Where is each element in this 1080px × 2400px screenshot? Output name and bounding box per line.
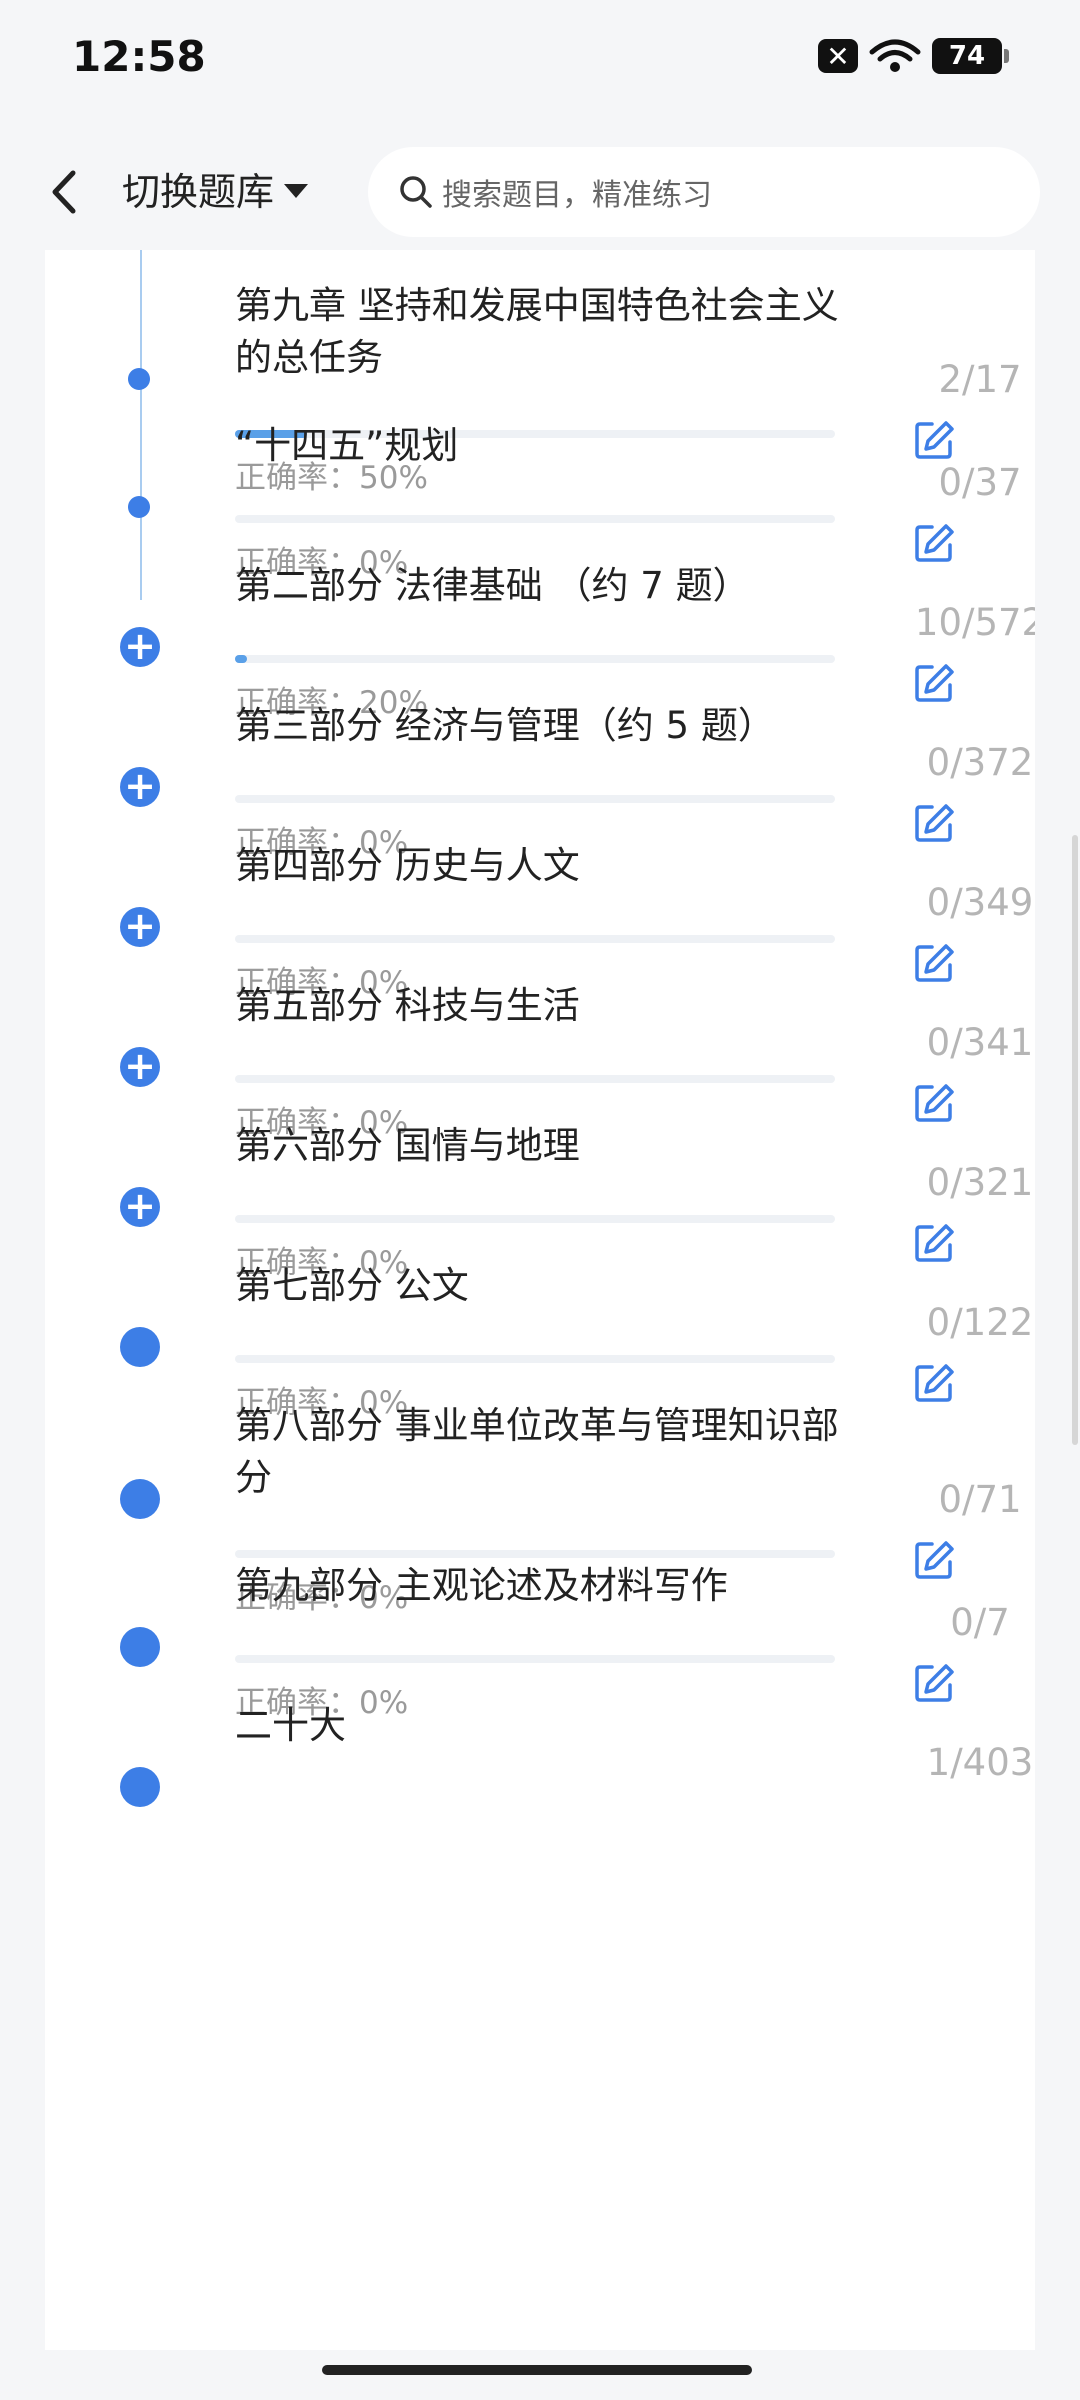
back-button[interactable]	[44, 157, 84, 227]
timeline-dot	[128, 368, 150, 390]
progress-bar	[235, 795, 835, 803]
chapter-title: 第八部分 事业单位改革与管理知识部分	[235, 1404, 839, 1499]
practice-edit-icon[interactable]	[912, 521, 956, 565]
search-input[interactable]: 搜索题目，精准练习	[368, 147, 1040, 237]
search-placeholder: 搜索题目，精准练习	[442, 178, 712, 213]
chapter-title: 第三部分 经济与管理（约 5 题）	[235, 704, 775, 747]
progress-bar	[235, 1075, 835, 1083]
practice-edit-icon[interactable]	[912, 661, 956, 705]
practice-edit-icon[interactable]	[912, 801, 956, 845]
notification-x-icon: ✕	[818, 39, 858, 73]
switch-question-bank-button[interactable]: 切换题库	[122, 161, 309, 216]
question-count: 0/372	[926, 741, 1034, 784]
chevron-left-icon	[52, 170, 76, 214]
caret-down-icon	[284, 183, 309, 198]
question-count: 0/37	[938, 461, 1022, 504]
chapter-title: 第七部分 公文	[235, 1264, 469, 1307]
search-icon	[400, 176, 432, 208]
chapter-title: 第九章 坚持和发展中国特色社会主义的总任务	[235, 284, 839, 379]
expand-plus-icon[interactable]: +	[120, 907, 160, 947]
home-indicator[interactable]	[322, 2365, 752, 2375]
chapter-dot	[120, 1327, 160, 1367]
practice-edit-icon[interactable]	[912, 1221, 956, 1265]
expand-plus-icon[interactable]: +	[120, 1187, 160, 1227]
expand-plus-icon[interactable]: +	[120, 627, 160, 667]
progress-bar	[235, 655, 835, 663]
status-icons: ✕ 74	[818, 38, 1009, 74]
chapter-dot	[120, 1767, 160, 1807]
practice-edit-icon[interactable]	[912, 1361, 956, 1405]
question-count: 0/71	[938, 1478, 1022, 1521]
top-bar: 切换题库 搜索题目，精准练习	[0, 135, 1080, 250]
chapter-dot	[120, 1627, 160, 1667]
progress-bar	[235, 935, 835, 943]
progress-bar	[235, 1215, 835, 1223]
battery-level: 74	[948, 41, 986, 71]
progress-bar	[235, 1355, 835, 1363]
chapter-list: 第九章 坚持和发展中国特色社会主义的总任务 正确率：50% 2/17 “十四五”规划正…	[45, 250, 1035, 2350]
question-count: 0/7	[950, 1601, 1010, 1644]
chapter-title: 第四部分 历史与人文	[235, 844, 580, 887]
chapter-dot	[120, 1479, 160, 1519]
question-count: 2/17	[938, 358, 1022, 401]
question-count: 0/341	[926, 1021, 1034, 1064]
chapter-title: “十四五”规划	[235, 424, 459, 467]
question-count: 1/403	[926, 1741, 1034, 1784]
chapter-title: 第九部分 主观论述及材料写作	[235, 1564, 728, 1607]
chapter-title: 第六部分 国情与地理	[235, 1124, 580, 1167]
chapter-title: 第二部分 法律基础 （约 7 题）	[235, 564, 750, 607]
timeline-dot	[128, 496, 150, 518]
scrollbar[interactable]	[1072, 835, 1078, 1445]
progress-bar	[235, 515, 835, 523]
expand-plus-icon[interactable]: +	[120, 1047, 160, 1087]
question-count: 10/572	[914, 601, 1035, 644]
practice-edit-icon[interactable]	[912, 1081, 956, 1125]
practice-edit-icon[interactable]	[912, 1661, 956, 1705]
battery-icon: 74	[932, 38, 1009, 74]
progress-fill	[235, 655, 247, 663]
switch-bank-label: 切换题库	[122, 170, 275, 214]
timeline-line	[140, 250, 142, 600]
question-count: 0/321	[926, 1161, 1034, 1204]
status-time: 12:58	[72, 32, 206, 81]
practice-edit-icon[interactable]	[912, 1538, 956, 1582]
progress-bar	[235, 1655, 835, 1663]
wifi-icon	[869, 39, 921, 72]
progress-bar	[235, 1550, 835, 1558]
question-count: 0/349	[926, 881, 1034, 924]
status-bar: 12:58 ✕ 74	[0, 0, 1080, 120]
question-count: 0/122	[926, 1301, 1034, 1344]
practice-edit-icon[interactable]	[912, 418, 956, 462]
chapter-title: 第五部分 科技与生活	[235, 984, 580, 1027]
expand-plus-icon[interactable]: +	[120, 767, 160, 807]
practice-edit-icon[interactable]	[912, 941, 956, 985]
chapter-title: 二十大	[235, 1704, 346, 1747]
